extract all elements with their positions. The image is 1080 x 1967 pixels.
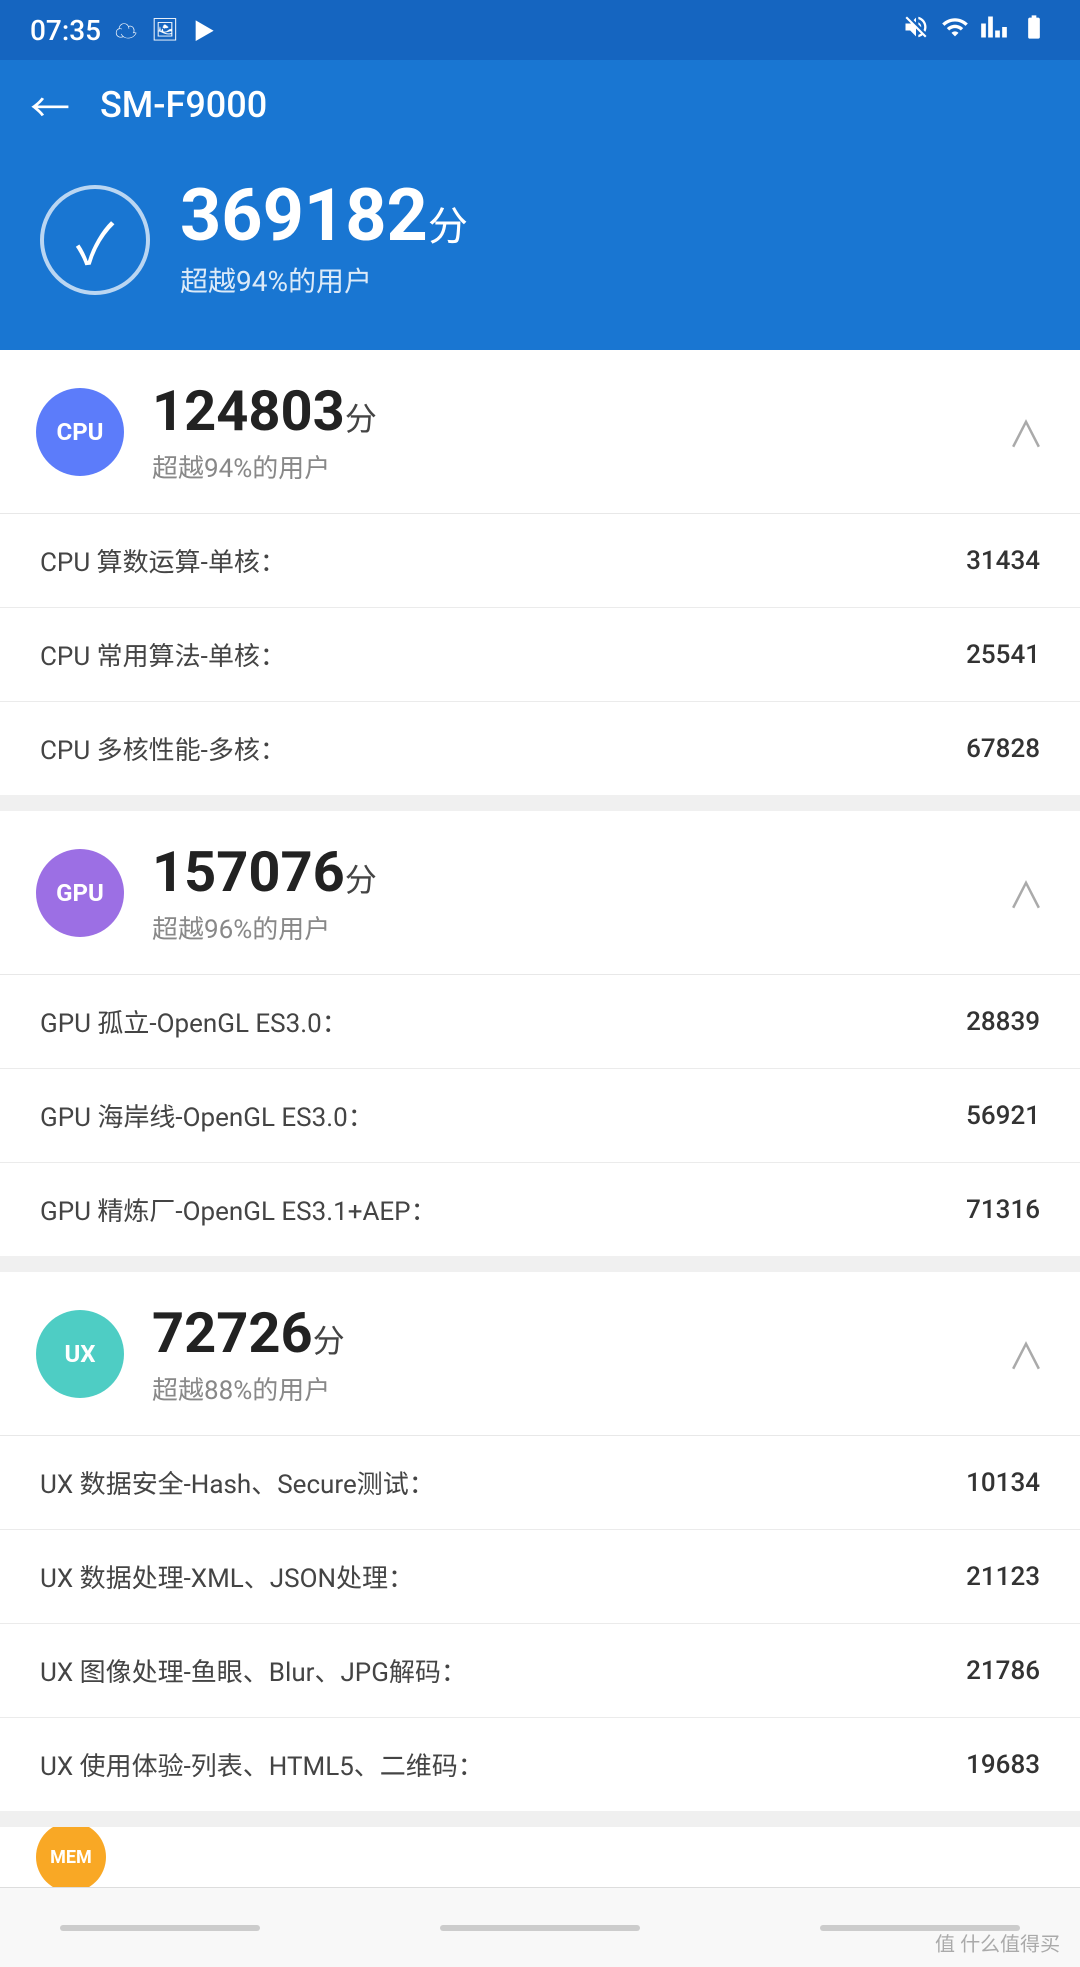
gpu-score: 157076 [152, 839, 345, 905]
status-bar: 07:35 ☁ 🖼 ▶ [0, 0, 1080, 60]
gpu-percentile: 超越96%的用户 [152, 909, 980, 946]
ux-subitem-4: UX 使用体验-列表、HTML5、二维码： 19683 [0, 1718, 1080, 1811]
ux-subitem-3-label: UX 图像处理-鱼眼、Blur、JPG解码： [40, 1652, 467, 1689]
gpu-header: GPU 157076分 超越96%的用户 ∧ [0, 811, 1080, 975]
gpu-subitem-2-label: GPU 海岸线-OpenGL ES3.0： [40, 1097, 374, 1134]
cpu-subitem-3: CPU 多核性能-多核： 67828 [0, 702, 1080, 795]
gpu-block: GPU 157076分 超越96%的用户 ∧ GPU 孤立-OpenGL ES3… [0, 811, 1080, 1256]
cpu-subitem-1-value: 31434 [966, 546, 1040, 576]
gpu-unit: 分 [345, 861, 377, 899]
score-percentile: 超越94%的用户 [180, 260, 468, 300]
cpu-score: 124803 [152, 378, 345, 444]
cpu-chevron-icon[interactable]: ∧ [1008, 406, 1044, 458]
mem-badge-label: MEM [50, 1847, 92, 1868]
cpu-percentile: 超越94%的用户 [152, 448, 980, 485]
cpu-subitem-2: CPU 常用算法-单核： 25541 [0, 608, 1080, 702]
ux-subitem-1-value: 10134 [966, 1468, 1040, 1498]
toolbar: ← SM-F9000 [0, 60, 1080, 150]
cpu-unit: 分 [345, 400, 377, 438]
gallery-icon: 🖼 [151, 18, 179, 43]
bottom-nav: 值 什么值得买 [0, 1887, 1080, 1967]
ux-subitem-4-value: 19683 [966, 1750, 1040, 1780]
gpu-subitem-2-value: 56921 [966, 1101, 1040, 1131]
ux-subitem-3-value: 21786 [966, 1656, 1040, 1686]
gpu-badge: GPU [36, 849, 124, 937]
ux-subitem-1-label: UX 数据安全-Hash、Secure测试： [40, 1464, 435, 1501]
ux-subitem-2-value: 21123 [966, 1562, 1040, 1592]
cpu-subitem-2-label: CPU 常用算法-单核： [40, 636, 286, 673]
content-area: CPU 124803分 超越94%的用户 ∧ CPU 算数运算-单核： 3143… [0, 350, 1080, 1887]
ux-subitem-2-label: UX 数据处理-XML、JSON处理： [40, 1558, 414, 1595]
ux-subitem-2: UX 数据处理-XML、JSON处理： 21123 [0, 1530, 1080, 1624]
ux-score-wrap: 72726分 超越88%的用户 [152, 1300, 980, 1407]
ux-percentile: 超越88%的用户 [152, 1370, 980, 1407]
nav-bar-1 [60, 1925, 260, 1931]
watermark: 值 什么值得买 [935, 1928, 1060, 1957]
status-right-icons [902, 13, 1050, 47]
ux-header: UX 72726分 超越88%的用户 ∧ [0, 1272, 1080, 1436]
ux-subitem-1: UX 数据安全-Hash、Secure测试： 10134 [0, 1436, 1080, 1530]
gpu-subitem-2: GPU 海岸线-OpenGL ES3.0： 56921 [0, 1069, 1080, 1163]
check-circle: ✓ [40, 185, 150, 295]
cpu-badge: CPU [36, 388, 124, 476]
gpu-subitem-3-label: GPU 精炼厂-OpenGL ES3.1+AEP： [40, 1191, 437, 1228]
toolbar-title: SM-F9000 [100, 84, 267, 126]
ux-chevron-icon[interactable]: ∧ [1008, 1328, 1044, 1380]
gpu-chevron-icon[interactable]: ∧ [1008, 867, 1044, 919]
back-button[interactable]: ← [30, 76, 70, 134]
hero-section: ✓ 369182分 超越94%的用户 [0, 150, 1080, 350]
cpu-badge-label: CPU [57, 418, 104, 446]
ux-unit: 分 [313, 1322, 345, 1360]
gpu-subitem-1: GPU 孤立-OpenGL ES3.0： 28839 [0, 975, 1080, 1069]
cpu-subitem-3-value: 67828 [966, 734, 1040, 764]
score-info: 369182分 超越94%的用户 [180, 180, 468, 300]
gpu-score-wrap: 157076分 超越96%的用户 [152, 839, 980, 946]
ux-subitem-4-label: UX 使用体验-列表、HTML5、二维码： [40, 1746, 484, 1783]
mem-partial-block: MEM [0, 1827, 1080, 1887]
gpu-score-line: 157076分 [152, 839, 980, 905]
weather-icon: ☁ [115, 14, 137, 46]
signal-icon [980, 13, 1008, 47]
gpu-badge-label: GPU [56, 879, 104, 907]
ux-score: 72726 [152, 1300, 313, 1366]
gpu-subitem-3-value: 71316 [966, 1195, 1040, 1225]
gpu-subitem-1-value: 28839 [966, 1007, 1040, 1037]
cpu-block: CPU 124803分 超越94%的用户 ∧ CPU 算数运算-单核： 3143… [0, 350, 1080, 795]
status-time: 07:35 [30, 14, 101, 47]
nav-bar-2 [440, 1925, 640, 1931]
cpu-score-line: 124803分 [152, 378, 980, 444]
cpu-subitem-1-label: CPU 算数运算-单核： [40, 542, 286, 579]
mem-badge: MEM [36, 1827, 106, 1887]
gpu-subitem-3: GPU 精炼厂-OpenGL ES3.1+AEP： 71316 [0, 1163, 1080, 1256]
check-icon: ✓ [76, 200, 114, 281]
battery-icon [1018, 13, 1050, 47]
cpu-header: CPU 124803分 超越94%的用户 ∧ [0, 350, 1080, 514]
video-icon: ▶ [193, 14, 215, 46]
ux-block: UX 72726分 超越88%的用户 ∧ UX 数据安全-Hash、Secure… [0, 1272, 1080, 1811]
total-score: 369182分 [180, 180, 468, 252]
ux-badge: UX [36, 1310, 124, 1398]
cpu-score-wrap: 124803分 超越94%的用户 [152, 378, 980, 485]
gpu-subitem-1-label: GPU 孤立-OpenGL ES3.0： [40, 1003, 348, 1040]
cpu-subitem-1: CPU 算数运算-单核： 31434 [0, 514, 1080, 608]
mute-icon [902, 13, 930, 47]
ux-score-line: 72726分 [152, 1300, 980, 1366]
ux-subitem-3: UX 图像处理-鱼眼、Blur、JPG解码： 21786 [0, 1624, 1080, 1718]
ux-badge-label: UX [64, 1340, 95, 1368]
cpu-subitem-2-value: 25541 [966, 640, 1040, 670]
wifi-icon [940, 13, 970, 47]
cpu-subitem-3-label: CPU 多核性能-多核： [40, 730, 286, 767]
status-left: 07:35 ☁ 🖼 ▶ [30, 14, 215, 47]
